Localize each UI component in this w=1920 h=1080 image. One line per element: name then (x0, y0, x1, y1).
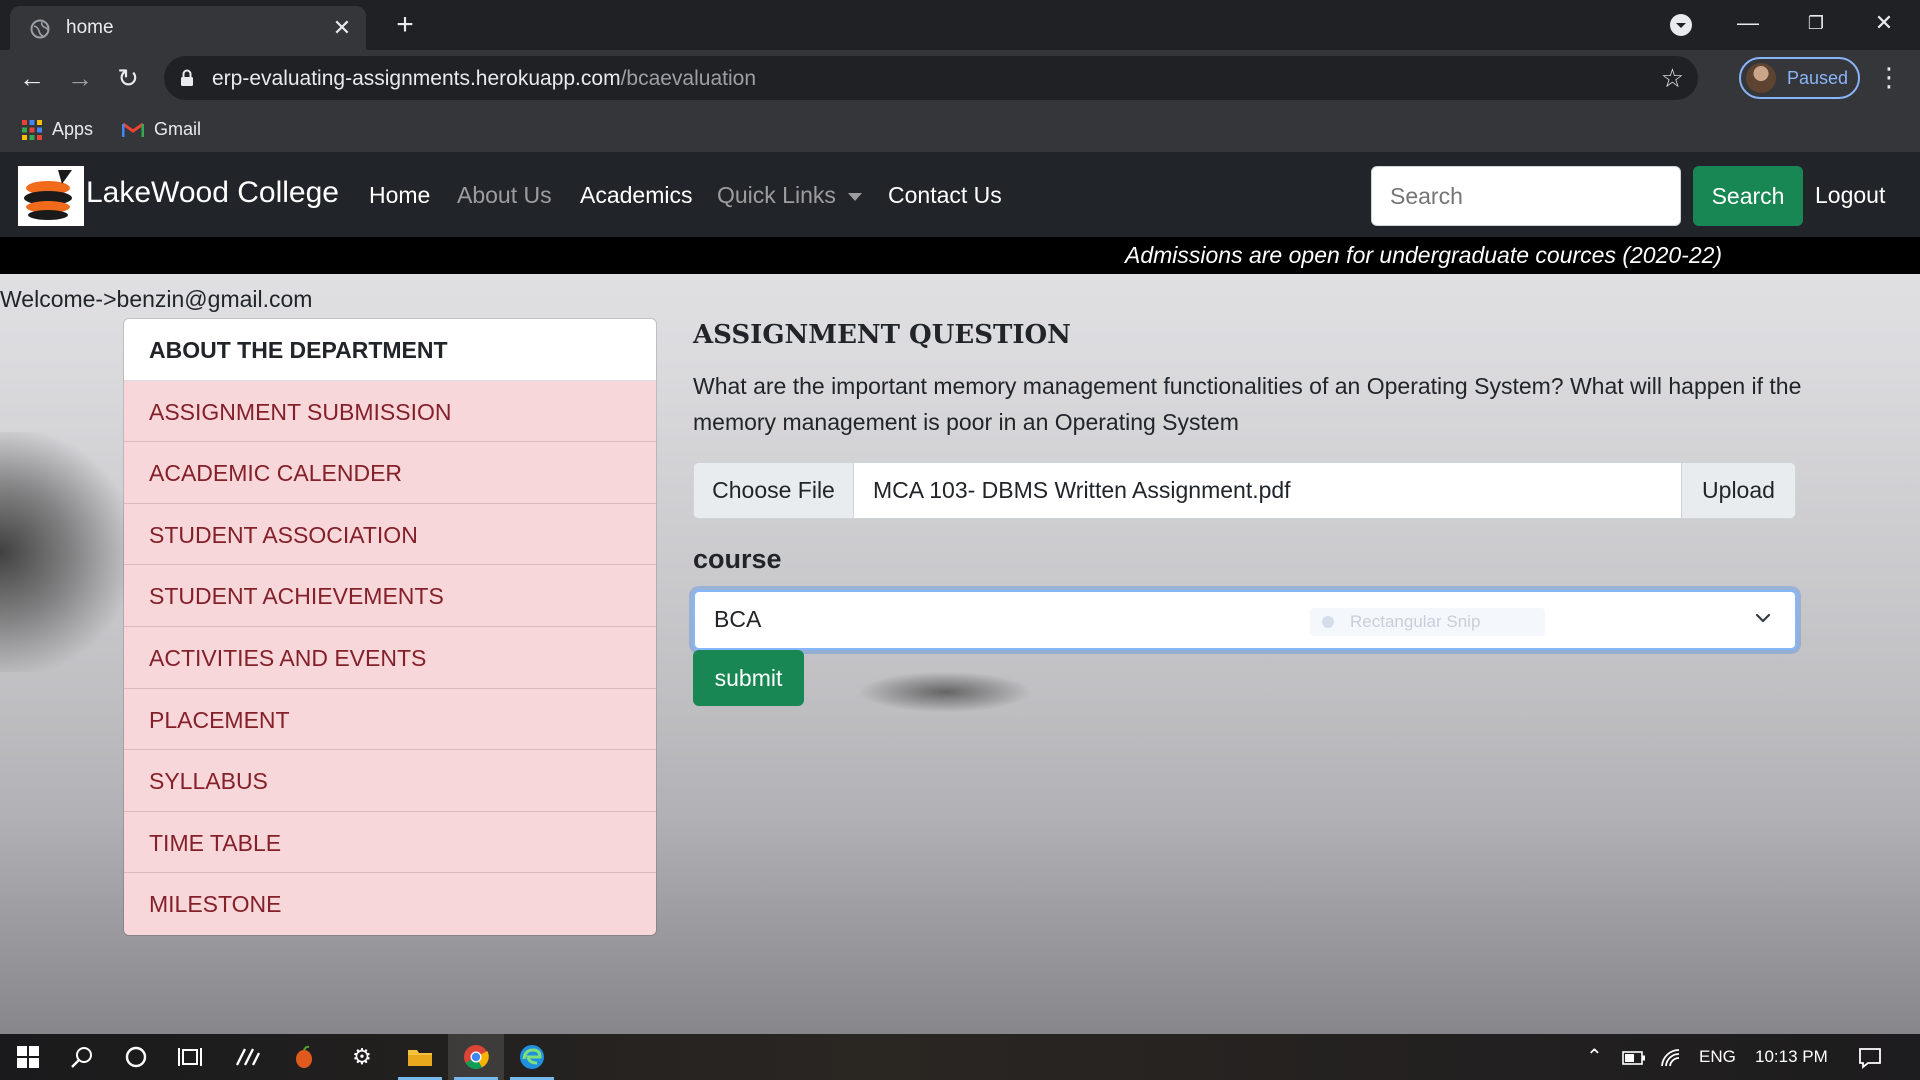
language-indicator[interactable]: ENG (1699, 1034, 1736, 1080)
windows-taskbar: ⚙ ⌃ ENG 10:13 PM (0, 1034, 1920, 1080)
notification-center-icon[interactable] (1858, 1034, 1882, 1080)
menu-item-placement[interactable]: PLACEMENT (124, 688, 656, 751)
dropdown-caret-icon (847, 192, 862, 201)
menu-item-assignment-submission[interactable]: ASSIGNMENT SUBMISSION (124, 380, 656, 443)
menu-item-time-table[interactable]: TIME TABLE (124, 811, 656, 874)
nav-quick-links-label: Quick Links (717, 182, 836, 208)
tray-overflow-chevron-icon[interactable]: ⌃ (1586, 1034, 1603, 1080)
upload-button[interactable]: Upload (1681, 463, 1795, 518)
minimize-icon[interactable]: — (1720, 6, 1776, 40)
nav-home[interactable]: Home (369, 182, 430, 209)
url-host: erp-evaluating-assignments.herokuapp.com (212, 67, 621, 90)
assignment-question-title: ASSIGNMENT QUESTION (693, 320, 1071, 350)
browser-toolbar: ← → ↻ erp-evaluating-assignments.herokua… (0, 50, 1920, 106)
menu-item-student-association[interactable]: STUDENT ASSOCIATION (124, 503, 656, 566)
site-brand[interactable]: LakeWood College (86, 176, 339, 210)
background-island (860, 672, 1030, 712)
wifi-icon[interactable] (1660, 1034, 1682, 1080)
nav-academics[interactable]: Academics (580, 182, 692, 209)
task-view-icon[interactable] (162, 1034, 218, 1080)
choose-file-button[interactable]: Choose File (694, 463, 854, 518)
bookmarks-bar: Apps Gmail (0, 106, 1920, 152)
browser-tabstrip: home ✕ + — ❐ ✕ (0, 0, 1920, 50)
course-selected-value: BCA (714, 606, 762, 632)
url-text: erp-evaluating-assignments.herokuapp.com… (212, 67, 756, 91)
menu-kebab-icon[interactable]: ⋮ (1876, 62, 1902, 96)
course-select[interactable]: BCA Rectangular Snip (693, 590, 1797, 650)
profile-status: Paused (1787, 68, 1849, 88)
bookmark-gmail-label: Gmail (154, 119, 202, 139)
tab-title: home (66, 17, 114, 38)
welcome-text: Welcome->benzin@gmail.com (0, 286, 313, 312)
college-logo[interactable] (18, 166, 84, 226)
site-search-button[interactable]: Search (1693, 166, 1803, 226)
menu-item-activities-and-events[interactable]: ACTIVITIES AND EVENTS (124, 626, 656, 689)
settings-gear-icon[interactable]: ⚙ (334, 1034, 390, 1080)
snip-overlay-ghost: Rectangular Snip (1310, 608, 1545, 636)
chrome-icon[interactable] (448, 1034, 504, 1080)
nav-contact-us[interactable]: Contact Us (888, 182, 1002, 209)
menu-item-student-achievements[interactable]: STUDENT ACHIEVEMENTS (124, 565, 656, 627)
profile-button[interactable]: Paused (1739, 57, 1860, 99)
department-menu-header: ABOUT THE DEPARTMENT (124, 319, 656, 381)
bookmark-gmail[interactable]: Gmail (122, 116, 201, 142)
snip-overlay-text: Rectangular Snip (1350, 612, 1481, 631)
edge-icon[interactable] (504, 1034, 560, 1080)
course-label: course (693, 544, 782, 574)
selected-file-name: MCA 103- DBMS Written Assignment.pdf (873, 477, 1291, 503)
bookmark-apps[interactable]: Apps (22, 116, 93, 142)
pen-app-icon[interactable] (220, 1034, 276, 1080)
clock[interactable]: 10:13 PM (1755, 1034, 1828, 1080)
submit-button[interactable]: submit (693, 650, 804, 706)
lock-icon (181, 69, 193, 86)
file-upload-group: Choose File MCA 103- DBMS Written Assign… (693, 462, 1796, 519)
nav-quick-links[interactable]: Quick Links (717, 182, 862, 209)
search-icon[interactable] (54, 1034, 110, 1080)
browser-tab[interactable]: home ✕ (10, 6, 366, 50)
battery-icon[interactable] (1622, 1034, 1646, 1080)
department-menu: ABOUT THE DEPARTMENT ASSIGNMENT SUBMISSI… (123, 318, 657, 936)
url-path: /bcaevaluation (620, 67, 756, 90)
avatar (1746, 63, 1776, 93)
windows-start-icon[interactable] (0, 1034, 56, 1080)
fruit-app-icon[interactable] (276, 1034, 332, 1080)
gmail-icon (122, 123, 144, 138)
bookmark-apps-label: Apps (52, 119, 94, 139)
menu-item-milestone[interactable]: MILESTONE (124, 873, 656, 935)
background-shore-shadow (0, 432, 130, 672)
announcement-text: Admissions are open for undergraduate co… (1125, 242, 1723, 268)
tab-close-icon[interactable]: ✕ (328, 14, 356, 42)
web-page: LakeWood College Home About Us Academics… (0, 152, 1920, 1034)
globe-icon (30, 19, 50, 39)
restore-icon[interactable]: ❐ (1788, 6, 1844, 40)
chevron-down-icon (1755, 613, 1771, 623)
assignment-question-text: What are the important memory management… (693, 373, 1802, 435)
forward-icon[interactable]: → (62, 60, 98, 96)
new-tab-icon[interactable]: + (388, 8, 422, 42)
reload-icon[interactable]: ↻ (110, 60, 146, 96)
apps-grid-icon (22, 120, 42, 141)
site-navbar: LakeWood College Home About Us Academics… (0, 152, 1920, 237)
tab-search-icon[interactable] (1668, 12, 1694, 38)
menu-item-syllabus[interactable]: SYLLABUS (124, 750, 656, 812)
bookmark-star-icon[interactable]: ☆ (1661, 64, 1684, 92)
window-close-icon[interactable]: ✕ (1856, 6, 1912, 40)
file-explorer-icon[interactable] (392, 1034, 448, 1080)
menu-item-academic-calender[interactable]: ACADEMIC CALENDER (124, 442, 656, 504)
snip-dot-icon (1322, 616, 1334, 628)
site-search-input[interactable] (1371, 166, 1681, 226)
address-bar[interactable]: erp-evaluating-assignments.herokuapp.com… (164, 56, 1698, 100)
nav-about-us[interactable]: About Us (457, 182, 552, 209)
logout-link[interactable]: Logout (1815, 182, 1885, 209)
cortana-icon[interactable] (108, 1034, 164, 1080)
back-icon[interactable]: ← (14, 60, 50, 96)
announcement-bar: Admissions are open for undergraduate co… (0, 237, 1920, 274)
